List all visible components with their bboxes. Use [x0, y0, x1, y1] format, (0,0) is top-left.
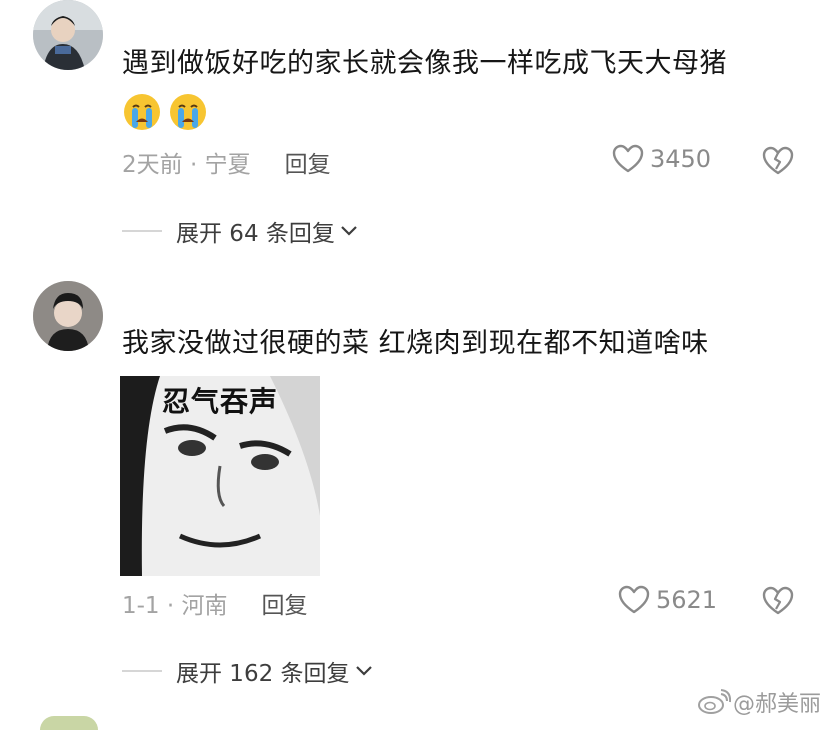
watermark: @郝美丽: [697, 686, 821, 718]
like-button[interactable]: 3450: [612, 144, 711, 174]
broken-heart-icon[interactable]: [762, 145, 794, 177]
expand-replies-label: 展开 64 条回复: [176, 221, 335, 247]
time-location: 1-1 · 河南: [122, 593, 228, 619]
watermark-text: @郝美丽: [733, 692, 822, 717]
avatar[interactable]: [33, 0, 103, 70]
time-location: 2天前 · 宁夏: [122, 152, 251, 178]
emoji-row: [122, 92, 208, 132]
divider-line: [122, 230, 162, 232]
weibo-logo-icon: [698, 689, 731, 714]
chevron-down-icon: [355, 666, 372, 676]
crying-face-icon: [170, 94, 206, 130]
comment-meta: 1-1 · 河南 回复: [122, 586, 308, 620]
avatar-image: [33, 281, 103, 351]
heart-icon: [618, 585, 650, 614]
crying-face-icon: [124, 94, 160, 130]
chevron-down-icon: [341, 226, 357, 236]
sticker-caption: 忍气吞声: [161, 385, 278, 418]
like-count: 5621: [656, 586, 718, 614]
reply-button[interactable]: 回复: [285, 145, 331, 179]
sticker-image[interactable]: 忍气吞声: [120, 376, 320, 576]
like-count: 3450: [650, 145, 712, 173]
heart-icon: [612, 144, 644, 173]
expand-replies-button[interactable]: 展开 162 条回复: [122, 654, 374, 688]
broken-heart-icon[interactable]: [762, 585, 794, 617]
expand-replies-button[interactable]: 展开 64 条回复: [122, 214, 359, 248]
next-comment-avatar: [40, 716, 98, 730]
reply-button[interactable]: 回复: [262, 586, 308, 620]
expand-replies-label: 展开 162 条回复: [176, 661, 350, 687]
like-button[interactable]: 5621: [618, 585, 717, 615]
comment-text: 遇到做饭好吃的家长就会像我一样吃成飞天大母猪: [122, 48, 727, 79]
avatar[interactable]: [33, 281, 103, 351]
comment-text: 我家没做过很硬的菜 红烧肉到现在都不知道啥味: [122, 328, 709, 359]
avatar-image: [33, 0, 103, 70]
divider-line: [122, 670, 162, 672]
comment-meta: 2天前 · 宁夏 回复: [122, 145, 331, 179]
